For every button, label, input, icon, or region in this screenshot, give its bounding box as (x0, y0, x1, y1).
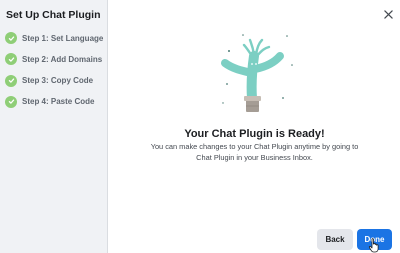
inflatable-tube-man-illustration (221, 34, 293, 112)
hand-cursor-icon (368, 238, 379, 253)
ready-description: You can make changes to your Chat Plugin… (150, 142, 359, 162)
step-label: Step 2: Add Domains (22, 54, 103, 64)
main-panel: Your Chat Plugin is Ready! You can make … (109, 0, 400, 253)
step-item-paste-code[interactable]: Step 4: Paste Code (5, 95, 103, 108)
step-item-copy-code[interactable]: Step 3: Copy Code (5, 74, 103, 87)
check-circle-icon (5, 95, 17, 108)
step-item-add-domains[interactable]: Step 2: Add Domains (5, 53, 103, 66)
back-button[interactable]: Back (317, 229, 353, 250)
close-button[interactable] (381, 7, 395, 21)
check-circle-icon (5, 53, 17, 66)
step-label: Step 3: Copy Code (22, 76, 94, 86)
setup-chat-plugin-dialog: Set Up Chat Plugin Step 1: Set Language … (0, 0, 400, 253)
ready-title: Your Chat Plugin is Ready! (184, 128, 325, 140)
sidebar-title: Set Up Chat Plugin (6, 9, 101, 21)
step-label: Step 4: Paste Code (22, 97, 95, 107)
steps-list: Step 1: Set Language Step 2: Add Domains… (5, 32, 103, 117)
step-item-set-language[interactable]: Step 1: Set Language (5, 32, 103, 44)
step-label: Step 1: Set Language (22, 33, 104, 43)
check-circle-icon (5, 32, 17, 44)
setup-sidebar: Set Up Chat Plugin Step 1: Set Language … (0, 0, 108, 253)
check-circle-icon (5, 74, 17, 87)
close-icon (383, 9, 393, 19)
